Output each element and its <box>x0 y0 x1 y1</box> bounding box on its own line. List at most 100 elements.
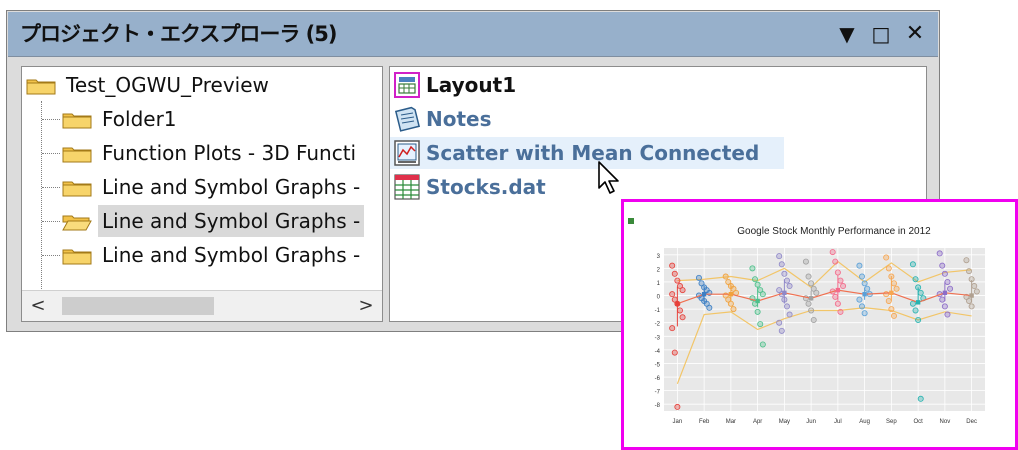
scroll-right-button[interactable]: > <box>352 291 380 321</box>
data-point <box>832 293 839 300</box>
data-point <box>757 321 764 328</box>
horizontal-scrollbar[interactable]: < > <box>22 290 382 321</box>
maximize-button[interactable]: □ <box>868 20 894 48</box>
data-point <box>856 262 863 269</box>
x-tick-label: Oct <box>913 419 923 425</box>
menu-dropdown-button[interactable]: ▼ <box>834 20 860 48</box>
y-tick-label: 2 <box>657 267 661 273</box>
panel-title: プロジェクト・エクスプローラ (5) <box>20 22 337 46</box>
mean-marker <box>915 300 921 305</box>
mean-marker <box>969 293 974 298</box>
tree-item-folder1[interactable]: Folder1 <box>22 103 382 135</box>
tree-item-function-plots[interactable]: Function Plots - 3D Functi <box>22 137 382 169</box>
y-tick-label: -7 <box>655 390 661 396</box>
data-point <box>759 291 766 298</box>
chart-yticks: 3 2 1 0 -1 -2 -3 -4 -5 -6 -7 -8 <box>655 254 661 409</box>
data-point <box>890 280 897 287</box>
x-tick-label: Sep <box>886 419 897 425</box>
data-point <box>885 297 892 304</box>
item-notes[interactable]: Notes <box>390 103 510 135</box>
data-point <box>859 303 866 310</box>
scrollbar-thumb[interactable] <box>62 297 214 315</box>
tree-item-line-symbol-1[interactable]: Line and Symbol Graphs - <box>22 171 382 203</box>
mean-marker <box>675 301 680 306</box>
data-point <box>885 265 892 272</box>
data-point <box>805 300 812 307</box>
panel-titlebar[interactable]: プロジェクト・エクスプローラ (5) ▼ □ ✕ <box>8 12 938 57</box>
item-label: Layout1 <box>426 73 517 97</box>
data-point <box>754 308 761 315</box>
data-point <box>674 277 681 284</box>
x-tick-label: Jun <box>806 419 816 425</box>
item-label: Notes <box>426 107 492 131</box>
mean-marker <box>755 298 760 304</box>
item-stocks-workbook[interactable]: Stocks.dat <box>390 171 560 203</box>
data-point <box>890 312 897 319</box>
data-point <box>778 327 785 334</box>
data-point <box>813 289 820 296</box>
tree-connector <box>42 255 60 256</box>
tree-connector <box>42 153 60 154</box>
data-point <box>963 257 970 264</box>
y-tick-label: -1 <box>655 308 661 314</box>
x-tick-label: Jan <box>673 419 683 425</box>
data-point <box>936 250 943 257</box>
data-point <box>968 303 975 310</box>
preview-corner-marker <box>628 218 634 224</box>
data-point <box>888 306 895 313</box>
tree-item-root[interactable]: Test_OGWU_Preview <box>22 69 382 101</box>
data-point <box>669 291 676 298</box>
data-point <box>856 296 863 303</box>
folder-icon <box>62 113 92 129</box>
data-point <box>754 281 761 288</box>
item-layout1[interactable]: Layout1 <box>390 69 530 101</box>
data-point <box>859 273 866 280</box>
item-label: Scatter with Mean Connected <box>426 141 760 165</box>
mean-marker <box>808 296 814 301</box>
data-point <box>802 258 809 265</box>
x-tick-label: Feb <box>699 419 710 425</box>
folder-tree[interactable]: Test_OGWU_Preview Folder1 Function Plots… <box>21 66 383 322</box>
data-point <box>679 287 686 294</box>
data-point <box>834 269 841 276</box>
tree-item-label: Line and Symbol Graphs - <box>102 243 361 267</box>
folder-icon <box>62 147 92 163</box>
close-button[interactable]: ✕ <box>902 20 928 48</box>
data-point <box>781 270 788 277</box>
mouse-cursor-icon <box>598 161 619 194</box>
x-tick-label: Jul <box>834 419 842 425</box>
y-tick-label: -2 <box>655 322 661 328</box>
data-point <box>893 285 900 292</box>
data-point <box>915 316 922 323</box>
data-point <box>973 288 980 295</box>
tree-item-label: Line and Symbol Graphs - <box>98 205 365 237</box>
x-tick-label: Mar <box>726 419 736 425</box>
data-point <box>808 280 815 287</box>
data-point <box>674 403 681 410</box>
data-point <box>941 303 948 310</box>
data-point <box>883 254 890 261</box>
data-point <box>834 300 841 307</box>
data-point <box>676 307 683 314</box>
scatter-chart: 3210-1-2-3-4-5-6-7-8 Jan Feb Mar Apr May Jun J… <box>655 226 985 425</box>
tree-item-line-symbol-2[interactable]: Line and Symbol Graphs - <box>22 205 382 237</box>
scroll-left-button[interactable]: < <box>24 291 52 321</box>
data-point <box>706 304 713 311</box>
y-tick-label: -8 <box>655 403 661 409</box>
tree-connector <box>42 221 60 222</box>
item-scatter-graph[interactable]: Scatter with Mean Connected <box>390 137 784 169</box>
folder-icon <box>62 249 92 265</box>
mean-marker <box>701 291 707 297</box>
data-point <box>971 283 978 290</box>
mean-marker <box>728 291 734 297</box>
mean-marker <box>835 287 841 293</box>
y-tick-label: -4 <box>655 349 661 355</box>
mean-marker <box>942 290 948 296</box>
data-point <box>808 307 815 314</box>
data-point <box>840 283 847 290</box>
y-tick-label: -6 <box>655 376 661 382</box>
data-point <box>837 277 844 284</box>
tree-item-line-symbol-3[interactable]: Line and Symbol Graphs - <box>22 239 382 271</box>
data-point <box>805 273 812 280</box>
x-tick-label: Aug <box>859 419 870 425</box>
